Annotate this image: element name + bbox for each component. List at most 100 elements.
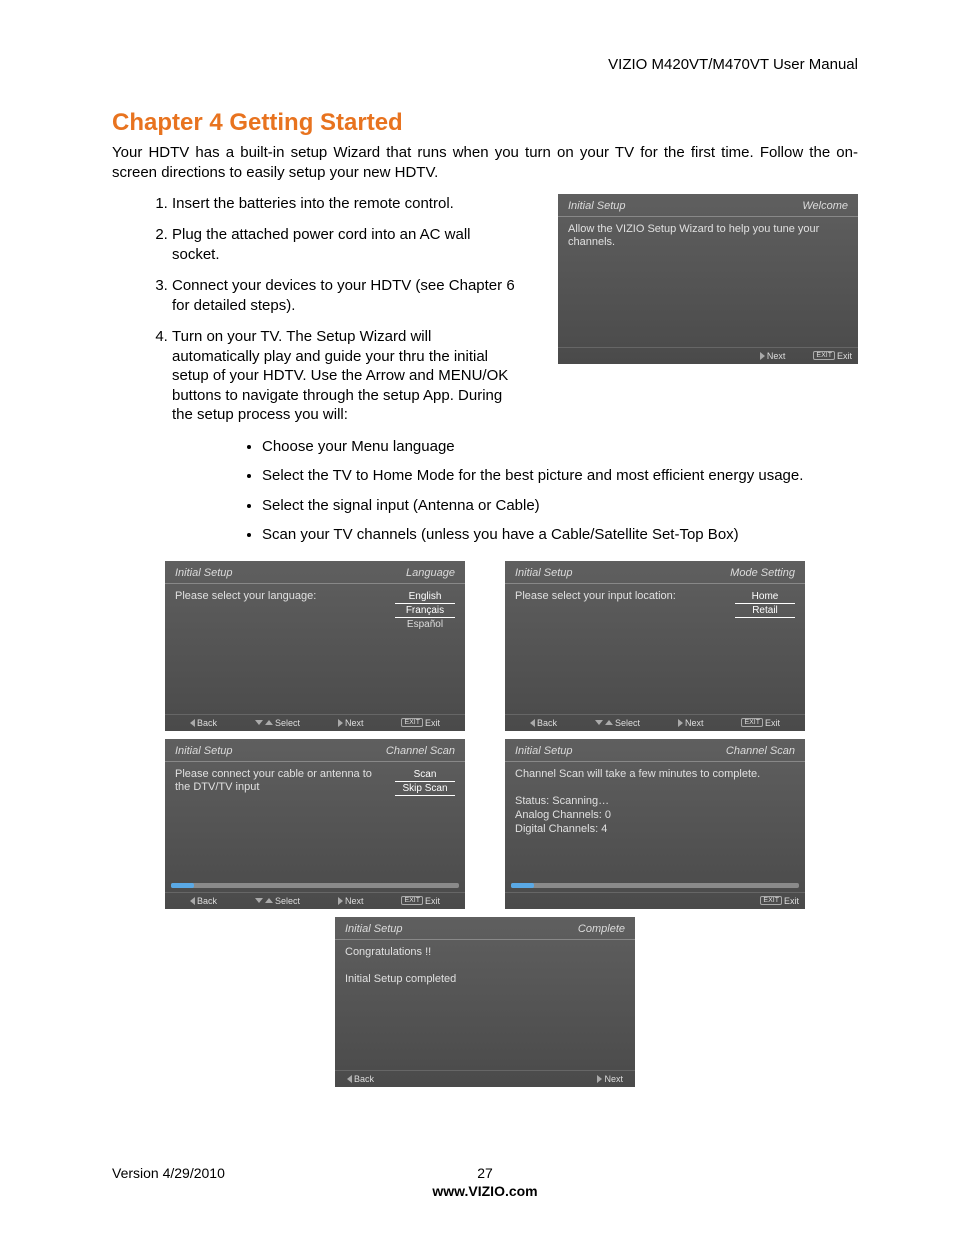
progress-fill (171, 883, 194, 888)
panel-footer: Next EXITExit (558, 347, 858, 364)
exit-hint: EXITExit (760, 896, 799, 906)
arrow-left-icon (530, 719, 535, 727)
step-item: Connect your devices to your HDTV (see C… (172, 276, 526, 315)
option-item: Français (395, 604, 455, 618)
panel-tag: Language (406, 567, 455, 579)
exit-hint: EXITExit (813, 351, 852, 361)
select-hint: Select (255, 896, 300, 906)
welcome-panel: Initial Setup Welcome Allow the VIZIO Se… (558, 194, 858, 364)
panel-heading: Initial Setup (515, 745, 572, 757)
site-url: www.VIZIO.com (112, 1183, 858, 1199)
panel-heading: Initial Setup (175, 745, 232, 757)
bullet-item: Scan your TV channels (unless you have a… (262, 525, 858, 545)
mode-panel: Initial Setup Mode Setting Please select… (505, 561, 805, 731)
page-footer: Version 4/29/2010 27 www.VIZIO.com (112, 1165, 858, 1199)
page: VIZIO M420VT/M470VT User Manual Chapter … (0, 0, 954, 1235)
panel-options: English Français Español (395, 590, 455, 708)
version-text: Version 4/29/2010 (112, 1165, 465, 1181)
exit-hint: EXITExit (741, 718, 780, 728)
option-item: Home (735, 590, 795, 604)
analog-count: Analog Channels: 0 (515, 809, 795, 823)
panel-tag: Channel Scan (726, 745, 795, 757)
next-hint: Next (678, 718, 704, 728)
panel-body-text: Please select your language: (175, 590, 387, 708)
exit-key-icon: EXIT (741, 718, 763, 727)
exit-key-icon: EXIT (813, 351, 835, 360)
option-item: Skip Scan (395, 782, 455, 796)
panel-tag: Channel Scan (386, 745, 455, 757)
arrow-right-icon (597, 1075, 602, 1083)
top-row: Insert the batteries into the remote con… (112, 194, 858, 437)
next-hint: Next (760, 351, 786, 361)
panel-footer: Back Select Next EXITExit (505, 714, 805, 731)
panel-body-text: Please connect your cable or antenna to … (175, 768, 387, 877)
exit-key-icon: EXIT (760, 896, 782, 905)
next-hint: Next (597, 1074, 623, 1084)
exit-key-icon: EXIT (401, 718, 423, 727)
welcome-panel-wrap: Initial Setup Welcome Allow the VIZIO Se… (558, 194, 858, 364)
panel-tag: Mode Setting (730, 567, 795, 579)
arrow-right-icon (760, 352, 765, 360)
complete-panel: Initial Setup Complete Congratulations !… (335, 917, 635, 1087)
option-item: Scan (395, 768, 455, 782)
congrats-text: Congratulations !! (345, 946, 625, 960)
arrow-right-icon (338, 897, 343, 905)
progress-bar (511, 883, 799, 888)
panel-heading: Initial Setup (568, 200, 625, 212)
panel-body-text: Please select your input location: (515, 590, 727, 708)
panel-row-1: Initial Setup Language Please select you… (112, 561, 858, 731)
arrow-right-icon (678, 719, 683, 727)
exit-key-icon: EXIT (401, 896, 423, 905)
progress-bar (171, 883, 459, 888)
arrow-right-icon (338, 719, 343, 727)
exit-hint: EXITExit (401, 896, 440, 906)
back-hint: Back (190, 896, 217, 906)
option-item: English (395, 590, 455, 604)
scan-status: Status: Scanning… (515, 795, 795, 809)
completed-text: Initial Setup completed (345, 973, 625, 987)
arrow-up-icon (605, 720, 613, 725)
step-item: Turn on your TV. The Setup Wizard will a… (172, 327, 526, 425)
channel-scan-setup-panel: Initial Setup Channel Scan Please connec… (165, 739, 465, 909)
language-panel: Initial Setup Language Please select you… (165, 561, 465, 731)
back-hint: Back (347, 1074, 374, 1084)
panel-heading: Initial Setup (515, 567, 572, 579)
step-item: Insert the batteries into the remote con… (172, 194, 526, 214)
panel-row-2: Initial Setup Channel Scan Please connec… (112, 739, 858, 909)
select-hint: Select (255, 718, 300, 728)
arrow-down-icon (595, 720, 603, 725)
select-hint: Select (595, 718, 640, 728)
progress-fill (511, 883, 534, 888)
panel-footer: Back Next (335, 1070, 635, 1087)
document-header: VIZIO M420VT/M470VT User Manual (112, 56, 858, 73)
panel-heading: Initial Setup (175, 567, 232, 579)
back-hint: Back (190, 718, 217, 728)
next-hint: Next (338, 896, 364, 906)
panel-body-text: Allow the VIZIO Setup Wizard to help you… (568, 223, 848, 341)
arrow-down-icon (255, 898, 263, 903)
option-item: Español (395, 618, 455, 631)
exit-hint: EXITExit (401, 718, 440, 728)
panel-heading: Initial Setup (345, 923, 402, 935)
panel-footer: Back Select Next EXITExit (165, 714, 465, 731)
arrow-left-icon (190, 719, 195, 727)
bullet-item: Select the signal input (Antenna or Cabl… (262, 496, 858, 516)
option-item: Retail (735, 604, 795, 618)
panel-footer: EXITExit (505, 892, 805, 909)
bullet-item: Choose your Menu language (262, 437, 858, 457)
panel-options: Scan Skip Scan (395, 768, 455, 877)
arrow-left-icon (347, 1075, 352, 1083)
arrow-down-icon (255, 720, 263, 725)
next-hint: Next (338, 718, 364, 728)
intro-paragraph: Your HDTV has a built-in setup Wizard th… (112, 143, 858, 184)
steps-list: Insert the batteries into the remote con… (112, 194, 526, 437)
panel-tag: Welcome (802, 200, 848, 212)
bullet-item: Select the TV to Home Mode for the best … (262, 466, 858, 486)
sub-bullets: Choose your Menu language Select the TV … (222, 437, 858, 545)
digital-count: Digital Channels: 4 (515, 823, 795, 837)
arrow-left-icon (190, 897, 195, 905)
page-number: 27 (465, 1165, 505, 1181)
step-item: Plug the attached power cord into an AC … (172, 225, 526, 264)
arrow-up-icon (265, 898, 273, 903)
back-hint: Back (530, 718, 557, 728)
